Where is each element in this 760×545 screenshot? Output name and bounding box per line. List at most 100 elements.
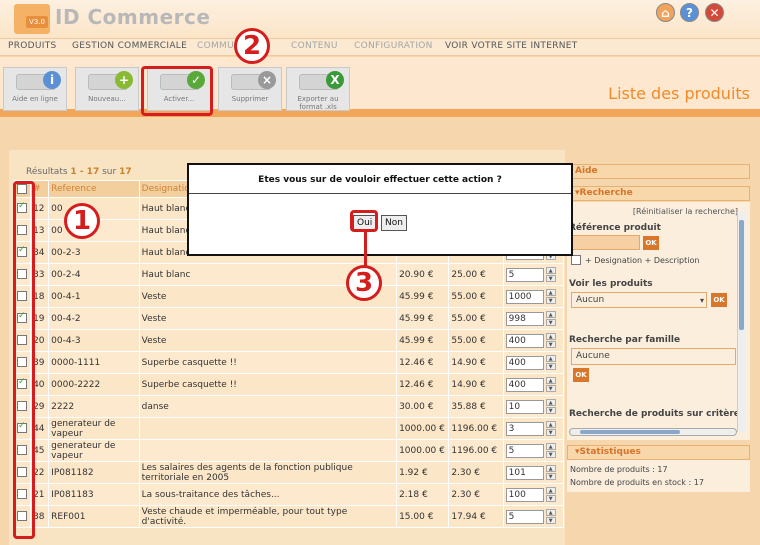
stock-stepper[interactable]: ▲▼ xyxy=(545,310,557,327)
callout-1: 1 xyxy=(64,203,100,239)
table-row[interactable]: 44generateur de vapeur1000.00 €1196.00 €… xyxy=(13,417,565,440)
chevron-down-icon[interactable]: ▼ xyxy=(545,340,556,348)
famille-ok-button[interactable]: OK xyxy=(573,368,589,382)
help-icon[interactable]: ? xyxy=(680,3,699,22)
chevron-up-icon[interactable]: ▲ xyxy=(545,354,556,362)
statistiques-header[interactable]: ▾Statistiques xyxy=(567,445,750,460)
nav-gestion-commerciale[interactable]: GESTION COMMERCIALE xyxy=(72,41,187,51)
export-xls-label: Exporter au format .xls xyxy=(297,95,339,111)
export-xls-button[interactable]: X Exporter au format .xls xyxy=(286,67,350,111)
horizontal-scrollbar[interactable] xyxy=(569,428,737,436)
close-icon[interactable]: ✕ xyxy=(705,3,724,22)
new-button[interactable]: + Nouveau... xyxy=(75,67,139,111)
logo-version: V3.0 xyxy=(26,16,48,28)
row-prix-ttc: 55.00 € xyxy=(448,285,504,308)
vertical-scroll-thumb[interactable] xyxy=(739,220,744,330)
table-row[interactable]: 21 IP081183 La sous-traitance des tâches..… xyxy=(13,483,565,506)
chevron-down-icon: ▾ xyxy=(699,296,704,305)
vertical-scrollbar[interactable] xyxy=(737,212,745,432)
nav-voir-site[interactable]: VOIR VOTRE SITE INTERNET xyxy=(445,41,578,51)
help-online-button[interactable]: i Aide en ligne xyxy=(3,67,67,111)
row-prix-ht: 1.92 € xyxy=(396,461,450,484)
nav-configuration[interactable]: CONFIGURATION xyxy=(354,41,433,51)
stock-input[interactable]: 5 xyxy=(505,444,544,458)
nav-produits[interactable]: PRODUITS xyxy=(8,41,57,51)
chevron-up-icon[interactable]: ▲ xyxy=(545,464,556,472)
stock-stepper[interactable]: ▲▼ xyxy=(545,332,557,349)
voir-ok-button[interactable]: OK xyxy=(711,293,727,307)
stock-input[interactable]: 400 xyxy=(505,356,544,370)
stock-stepper[interactable]: ▲▼ xyxy=(545,442,557,459)
chevron-down-icon[interactable]: ▼ xyxy=(545,384,556,392)
chevron-up-icon[interactable]: ▲ xyxy=(545,420,556,428)
chevron-down-icon[interactable]: ▼ xyxy=(545,428,556,436)
table-row[interactable]: 22 IP081182 Les salaires des agents de la … xyxy=(13,461,565,484)
chevron-down-icon[interactable]: ▼ xyxy=(545,472,556,480)
chevron-up-icon[interactable]: ▲ xyxy=(545,442,556,450)
chevron-down-icon[interactable]: ▼ xyxy=(545,274,556,282)
chevron-up-icon[interactable]: ▲ xyxy=(545,376,556,384)
stock-stepper[interactable]: ▲▼ xyxy=(545,376,557,393)
stock-input[interactable]: 400 xyxy=(505,378,544,392)
chevron-down-icon[interactable]: ▼ xyxy=(545,516,556,524)
table-row[interactable]: 18 00-4-1 Veste 45.99 €55.00 €1000 ▲ ▼ xyxy=(13,285,565,308)
stock-input[interactable]: 10 xyxy=(505,400,544,414)
stock-stepper[interactable]: ▲▼ xyxy=(545,354,557,371)
reset-search-link[interactable]: [Réinitialiser la recherche] xyxy=(633,207,738,216)
chevron-up-icon[interactable]: ▲ xyxy=(545,398,556,406)
stock-input[interactable]: 1000 xyxy=(505,290,544,304)
stock-input[interactable]: 101 xyxy=(505,466,544,480)
stock-stepper[interactable]: ▲▼ xyxy=(545,398,557,415)
page-title: Liste des produits xyxy=(608,84,750,103)
table-row[interactable]: 39 0000-1111 Superbe casquette !! 12.46 €14… xyxy=(13,351,565,374)
table-row[interactable]: 400000-2222Superbe casquette !!12.46 €14… xyxy=(13,373,565,396)
nav-communication[interactable]: COMMU xyxy=(197,41,234,51)
stock-input[interactable]: 3 xyxy=(505,422,544,436)
chevron-down-icon[interactable]: ▼ xyxy=(545,406,556,414)
table-row[interactable]: 38 REF001 Veste chaude et imperméable, pou… xyxy=(13,505,565,528)
chevron-up-icon[interactable]: ▲ xyxy=(545,288,556,296)
stock-stepper[interactable]: ▲▼ xyxy=(545,420,557,437)
delete-button[interactable]: × Supprimer xyxy=(218,67,282,111)
non-button[interactable]: Non xyxy=(381,215,407,231)
stock-stepper[interactable]: ▲▼ xyxy=(545,486,557,503)
chevron-down-icon[interactable]: ▼ xyxy=(545,318,556,326)
voir-produits-select[interactable]: Aucun ▾ xyxy=(571,292,707,308)
ref-produit-input[interactable] xyxy=(571,235,640,250)
col-reference[interactable]: Reference xyxy=(48,180,140,198)
chevron-up-icon[interactable]: ▲ xyxy=(545,310,556,318)
table-row[interactable]: 45 generateur de vapeur 1000.00 €1196.00 €… xyxy=(13,439,565,462)
chevron-up-icon[interactable]: ▲ xyxy=(545,486,556,494)
stock-stepper[interactable]: ▲▼ xyxy=(545,508,557,525)
designation-checkbox[interactable] xyxy=(571,255,581,265)
famille-select[interactable]: Aucune xyxy=(571,348,736,365)
horizontal-scroll-thumb[interactable] xyxy=(580,430,680,434)
stock-input[interactable]: 100 xyxy=(505,488,544,502)
chevron-down-icon[interactable]: ▼ xyxy=(545,450,556,458)
chevron-down-icon[interactable]: ▼ xyxy=(545,296,556,304)
chevron-up-icon[interactable]: ▲ xyxy=(545,332,556,340)
table-row[interactable]: 33 00-2-4 Haut blanc 20.90 €25.00 €5 ▲ ▼ xyxy=(13,263,565,286)
stock-stepper[interactable]: ▲▼ xyxy=(545,464,557,481)
confirm-dialog: Etes vous sur de vouloir effectuer cette… xyxy=(187,163,573,256)
stock-stepper[interactable]: ▲▼ xyxy=(545,266,557,283)
home-icon[interactable]: ⌂ xyxy=(656,3,675,22)
nav-contenu[interactable]: CONTENU xyxy=(291,41,338,51)
table-row[interactable]: 20 00-4-3 Veste 45.99 €55.00 €400 ▲ ▼ xyxy=(13,329,565,352)
stock-input[interactable]: 400 xyxy=(505,334,544,348)
chevron-up-icon[interactable]: ▲ xyxy=(545,508,556,516)
aide-header[interactable]: Aide xyxy=(567,164,750,179)
ref-ok-button[interactable]: OK xyxy=(643,236,659,250)
stock-input[interactable]: 998 xyxy=(505,312,544,326)
stock-input[interactable]: 5 xyxy=(505,268,544,282)
recherche-header[interactable]: ▾Recherche xyxy=(567,186,750,201)
stock-stepper[interactable]: ▲▼ xyxy=(545,288,557,305)
chevron-down-icon[interactable]: ▼ xyxy=(545,362,556,370)
chevron-down-icon[interactable]: ▼ xyxy=(545,494,556,502)
results-count: Résultats 1 - 17 sur 17 xyxy=(26,167,132,177)
table-row[interactable]: 1900-4-2Veste45.99 €55.00 €998▲▼ xyxy=(13,307,565,330)
chevron-up-icon[interactable]: ▲ xyxy=(545,266,556,274)
table-row[interactable]: 29 2222 danse 30.00 €35.88 €10 ▲ ▼ xyxy=(13,395,565,418)
stock-input[interactable]: 5 xyxy=(505,510,544,524)
row-designation: Superbe casquette !! xyxy=(138,373,398,396)
